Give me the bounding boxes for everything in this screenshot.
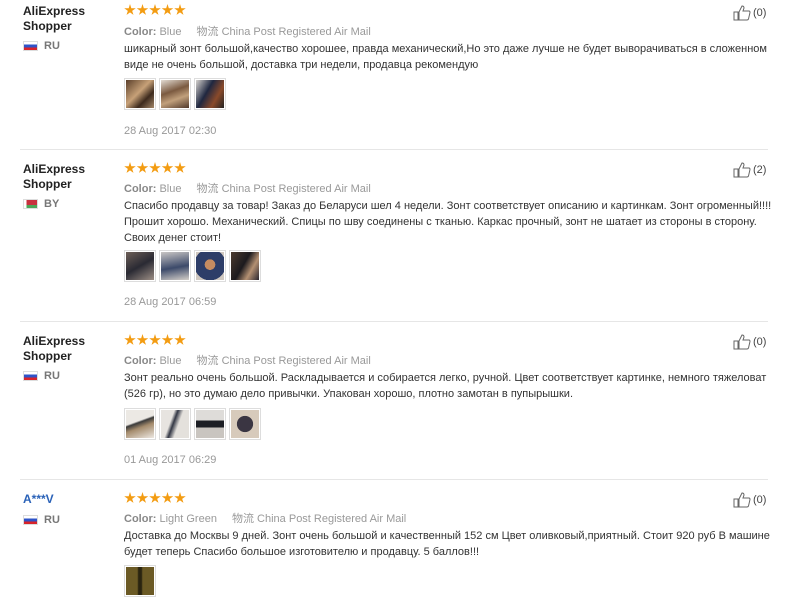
star-rating (124, 334, 187, 346)
color-value: Blue (159, 26, 182, 38)
review-divider (20, 479, 768, 480)
star-icon (136, 334, 149, 345)
review-text: Доставка до Москвы 9 дней. Зонт очень бо… (124, 530, 770, 558)
review-photo[interactable] (194, 78, 226, 110)
star-icon (149, 492, 161, 503)
helpful-button[interactable]: (0) (733, 334, 766, 350)
reviewer-name: AliExpress Shopper (23, 334, 86, 363)
star-icon (124, 492, 136, 503)
star-icon (149, 334, 161, 345)
helpful-count: (0) (753, 494, 767, 506)
review-photos (124, 565, 159, 597)
flag-icon (23, 199, 38, 209)
star-icon (161, 492, 174, 503)
review-photo[interactable] (124, 565, 156, 597)
review-photo[interactable] (229, 408, 261, 440)
helpful-button[interactable]: (2) (733, 162, 766, 178)
review-photos (124, 250, 264, 282)
flag-icon (23, 515, 38, 525)
helpful-count: (0) (753, 7, 767, 19)
review-text: Зонт реально очень большой. Раскладывает… (124, 372, 767, 400)
helpful-button[interactable]: (0) (733, 5, 766, 21)
color-value: Blue (159, 183, 182, 195)
order-info: Color: Blue 物流 China Post Registered Air… (124, 352, 371, 368)
review-photos (124, 408, 264, 440)
star-icon (149, 162, 161, 173)
star-icon (161, 162, 174, 173)
review-divider (20, 321, 768, 322)
reviewer-country: RU (23, 514, 60, 526)
thumbs-up-icon (733, 5, 751, 21)
country-code: RU (44, 370, 60, 382)
star-icon (136, 492, 149, 503)
review-photo[interactable] (159, 250, 191, 282)
color-label: Color: (124, 513, 157, 525)
color-label: Color: (124, 355, 157, 367)
star-icon (161, 334, 174, 345)
star-icon (161, 4, 174, 15)
star-icon (124, 162, 136, 173)
reviewer-name[interactable]: A***V (23, 492, 118, 507)
review-photo[interactable] (194, 408, 226, 440)
reviewer-name: AliExpress Shopper (23, 162, 86, 191)
review-photo[interactable] (159, 78, 191, 110)
star-icon (174, 492, 186, 503)
helpful-count: (2) (753, 164, 767, 176)
star-icon (136, 4, 149, 15)
star-rating (124, 162, 187, 174)
review-text: Спасибо продавцу за товар! Заказ до Бела… (124, 200, 772, 244)
flag-icon (23, 41, 38, 51)
country-code: RU (44, 514, 60, 526)
star-rating (124, 4, 187, 16)
thumbs-up-icon (733, 162, 751, 178)
star-icon (136, 162, 149, 173)
reviewer-name: AliExpress Shopper (23, 4, 86, 33)
helpful-button[interactable]: (0) (733, 492, 766, 508)
reviewer-country: RU (23, 370, 60, 382)
reviewer-country: BY (23, 198, 59, 210)
flag-icon (23, 371, 38, 381)
star-icon (174, 162, 186, 173)
star-icon (124, 334, 136, 345)
shipping-method: 物流 China Post Registered Air Mail (232, 513, 407, 525)
review-date: 28 Aug 2017 06:59 (124, 296, 217, 308)
country-code: BY (44, 198, 60, 210)
review-date: 28 Aug 2017 02:30 (124, 125, 217, 137)
review-photo[interactable] (229, 250, 261, 282)
review-photo[interactable] (159, 408, 191, 440)
review-photo[interactable] (124, 250, 156, 282)
review-date: 01 Aug 2017 06:29 (124, 454, 217, 466)
shipping-method: 物流 China Post Registered Air Mail (196, 183, 371, 195)
color-label: Color: (124, 26, 157, 38)
star-icon (124, 4, 136, 15)
star-icon (174, 334, 186, 345)
order-info: Color: Blue 物流 China Post Registered Air… (124, 23, 371, 39)
shipping-method: 物流 China Post Registered Air Mail (196, 26, 371, 38)
helpful-count: (0) (753, 336, 767, 348)
review-text: шикарный зонт большой,качество хорошее, … (124, 43, 767, 71)
color-value: Light Green (159, 513, 217, 525)
review-photo[interactable] (124, 408, 156, 440)
color-label: Color: (124, 183, 157, 195)
star-rating (124, 492, 187, 504)
thumbs-up-icon (733, 334, 751, 350)
thumbs-up-icon (733, 492, 751, 508)
reviewer-country: RU (23, 40, 60, 52)
star-icon (149, 4, 161, 15)
star-icon (174, 4, 186, 15)
review-photo[interactable] (194, 250, 226, 282)
shipping-method: 物流 China Post Registered Air Mail (196, 355, 371, 367)
review-divider (20, 149, 768, 150)
order-info: Color: Light Green 物流 China Post Registe… (124, 510, 406, 526)
country-code: RU (44, 40, 60, 52)
color-value: Blue (159, 355, 182, 367)
review-photo[interactable] (124, 78, 156, 110)
order-info: Color: Blue 物流 China Post Registered Air… (124, 180, 371, 196)
review-photos (124, 78, 229, 110)
